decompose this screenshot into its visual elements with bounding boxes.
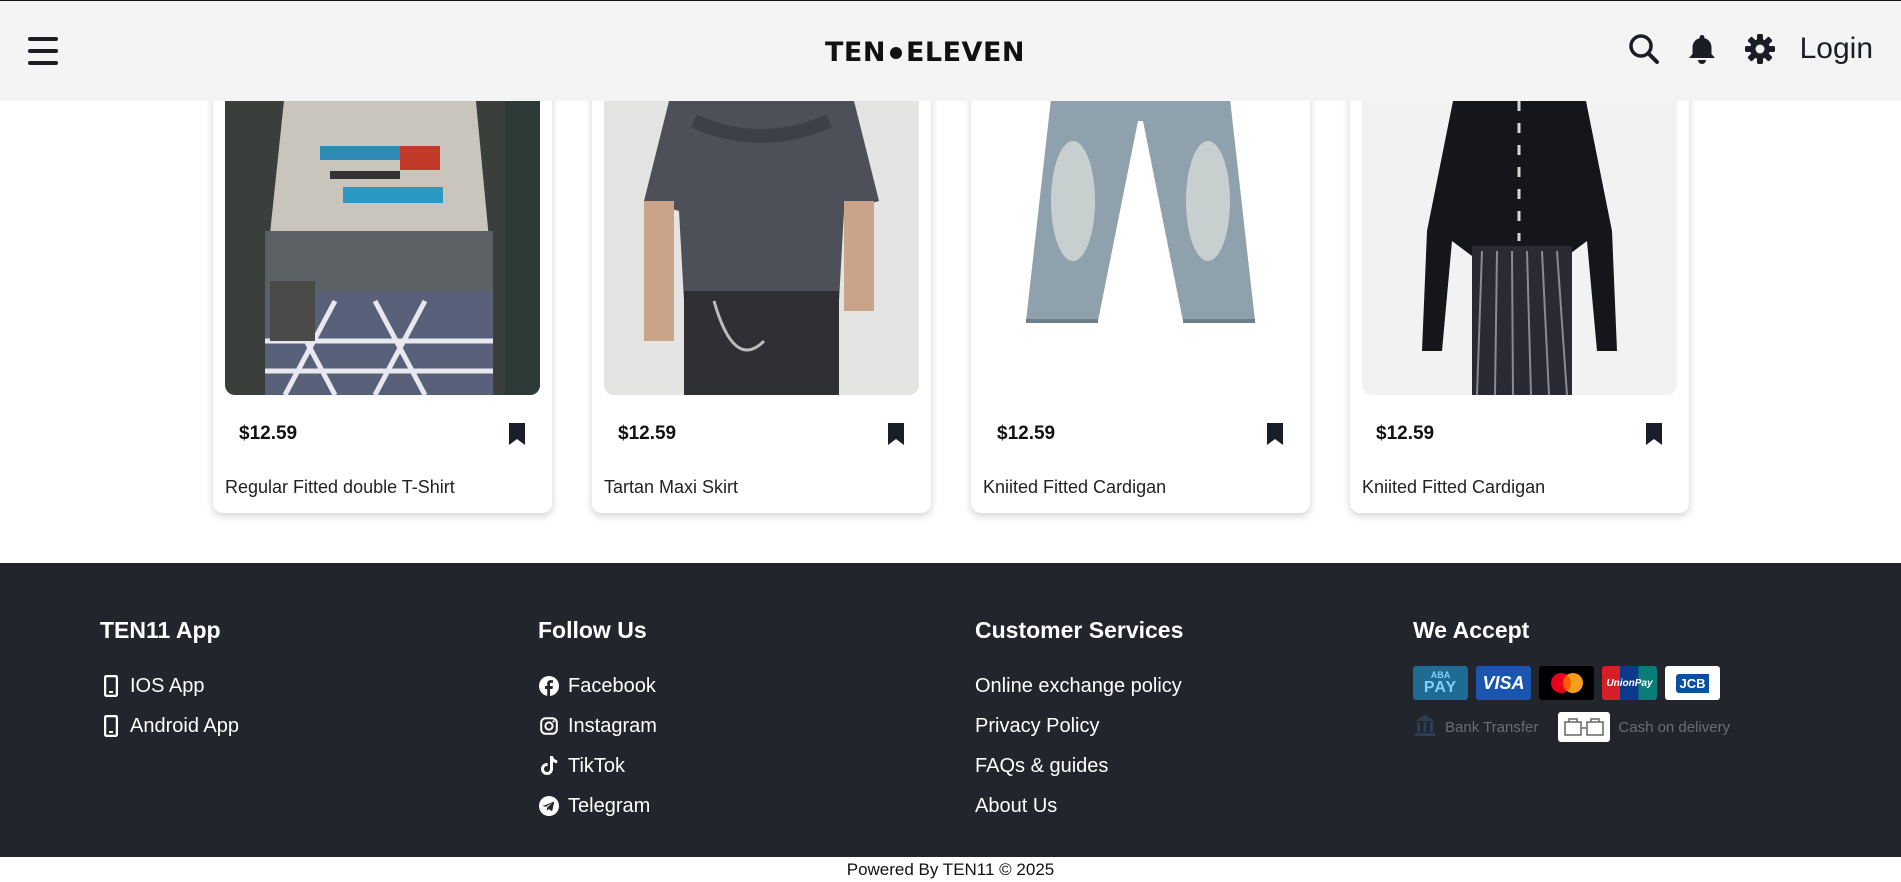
bookmark-icon[interactable]: [508, 423, 526, 445]
footer-accept-column: We Accept ABA PAY VISA UnionPay JCB Bank …: [1413, 617, 1730, 742]
facebook-link[interactable]: Facebook: [538, 666, 657, 706]
settings-gear-icon[interactable]: [1742, 31, 1778, 67]
bookmark-icon[interactable]: [1645, 423, 1663, 445]
product-price: $12.59: [997, 423, 1056, 444]
menu-icon[interactable]: [28, 37, 58, 65]
product-image[interactable]: [1362, 81, 1677, 395]
login-link[interactable]: Login: [1800, 32, 1873, 66]
product-name[interactable]: Tartan Maxi Skirt: [604, 477, 738, 498]
footer-services-column: Customer Services Online exchange policy…: [975, 617, 1183, 826]
instagram-label: Instagram: [568, 714, 657, 737]
tiktok-icon: [538, 755, 560, 777]
brand-logo[interactable]: TEN ELEVEN: [825, 37, 1025, 68]
product-card[interactable]: $12.59 Tartan Maxi Skirt: [592, 81, 931, 513]
mastercard-logo: [1539, 666, 1594, 700]
product-card[interactable]: $12.59 Kniited Fitted Cardigan: [971, 81, 1310, 513]
android-app-link[interactable]: Android App: [100, 706, 239, 746]
jcb-logo: JCB: [1665, 666, 1720, 700]
product-image[interactable]: [604, 81, 919, 395]
search-icon[interactable]: [1626, 31, 1662, 67]
about-us-link[interactable]: About Us: [975, 786, 1183, 826]
product-image[interactable]: [225, 81, 540, 395]
payment-methods: ABA PAY VISA UnionPay JCB: [1413, 666, 1730, 700]
privacy-policy-link[interactable]: Privacy Policy: [975, 706, 1183, 746]
logo-text-left: TEN: [825, 37, 886, 68]
other-payment-methods: Bank Transfer Cash on delivery: [1413, 712, 1730, 742]
exchange-policy-link[interactable]: Online exchange policy: [975, 666, 1183, 706]
product-price: $12.59: [1376, 423, 1435, 444]
bank-transfer-label: Bank Transfer: [1445, 718, 1539, 736]
footer-app-column: TEN11 App IOS App Android App: [100, 617, 239, 746]
aba-pay-logo: ABA PAY: [1413, 666, 1468, 700]
mobile-phone-icon: [100, 715, 122, 737]
top-navbar: TEN ELEVEN Login: [0, 0, 1901, 101]
mobile-phone-icon: [100, 675, 122, 697]
instagram-link[interactable]: Instagram: [538, 706, 657, 746]
product-card[interactable]: $12.59 Regular Fitted double T-Shirt: [213, 81, 552, 513]
notification-bell-icon[interactable]: [1684, 31, 1720, 67]
instagram-icon: [538, 715, 560, 737]
tiktok-label: TikTok: [568, 754, 626, 777]
product-name[interactable]: Regular Fitted double T-Shirt: [225, 477, 455, 498]
telegram-icon: [538, 795, 560, 817]
bookmark-icon[interactable]: [1266, 423, 1284, 445]
footer-services-title: Customer Services: [975, 617, 1184, 643]
logo-dot: [889, 46, 902, 59]
facebook-icon: [538, 675, 560, 697]
footer-accept-title: We Accept: [1413, 617, 1530, 643]
visa-logo: VISA: [1476, 666, 1531, 700]
product-price: $12.59: [239, 423, 298, 444]
footer-follow-column: Follow Us Facebook Instagram TikTok Tele…: [538, 617, 657, 826]
site-footer: TEN11 App IOS App Android App Follow Us …: [0, 563, 1901, 857]
unionpay-logo: UnionPay: [1602, 666, 1657, 700]
cash-delivery-icon: [1558, 712, 1611, 742]
tiktok-link[interactable]: TikTok: [538, 746, 657, 786]
product-image[interactable]: [983, 81, 1298, 395]
footer-follow-title: Follow Us: [538, 617, 647, 643]
cash-on-delivery-label: Cash on delivery: [1618, 718, 1731, 736]
telegram-label: Telegram: [568, 794, 651, 817]
ios-app-link[interactable]: IOS App: [100, 666, 239, 706]
product-grid: $12.59 Regular Fitted double T-Shirt $12…: [213, 81, 1691, 513]
facebook-label: Facebook: [568, 674, 656, 697]
telegram-link[interactable]: Telegram: [538, 786, 657, 826]
header-actions: Login: [1626, 31, 1873, 67]
bookmark-icon[interactable]: [887, 423, 905, 445]
bank-icon: [1413, 713, 1437, 741]
product-card[interactable]: $12.59 Kniited Fitted Cardigan: [1350, 81, 1689, 513]
footer-app-title: TEN11 App: [100, 617, 221, 643]
logo-text-right: ELEVEN: [905, 37, 1025, 68]
product-name[interactable]: Kniited Fitted Cardigan: [1362, 477, 1545, 498]
product-name[interactable]: Kniited Fitted Cardigan: [983, 477, 1166, 498]
faqs-guides-link[interactable]: FAQs & guides: [975, 746, 1183, 786]
ios-app-label: IOS App: [130, 674, 205, 697]
copyright-text: Powered By TEN11 © 2025: [0, 857, 1901, 882]
android-app-label: Android App: [130, 714, 239, 737]
product-price: $12.59: [618, 423, 677, 444]
